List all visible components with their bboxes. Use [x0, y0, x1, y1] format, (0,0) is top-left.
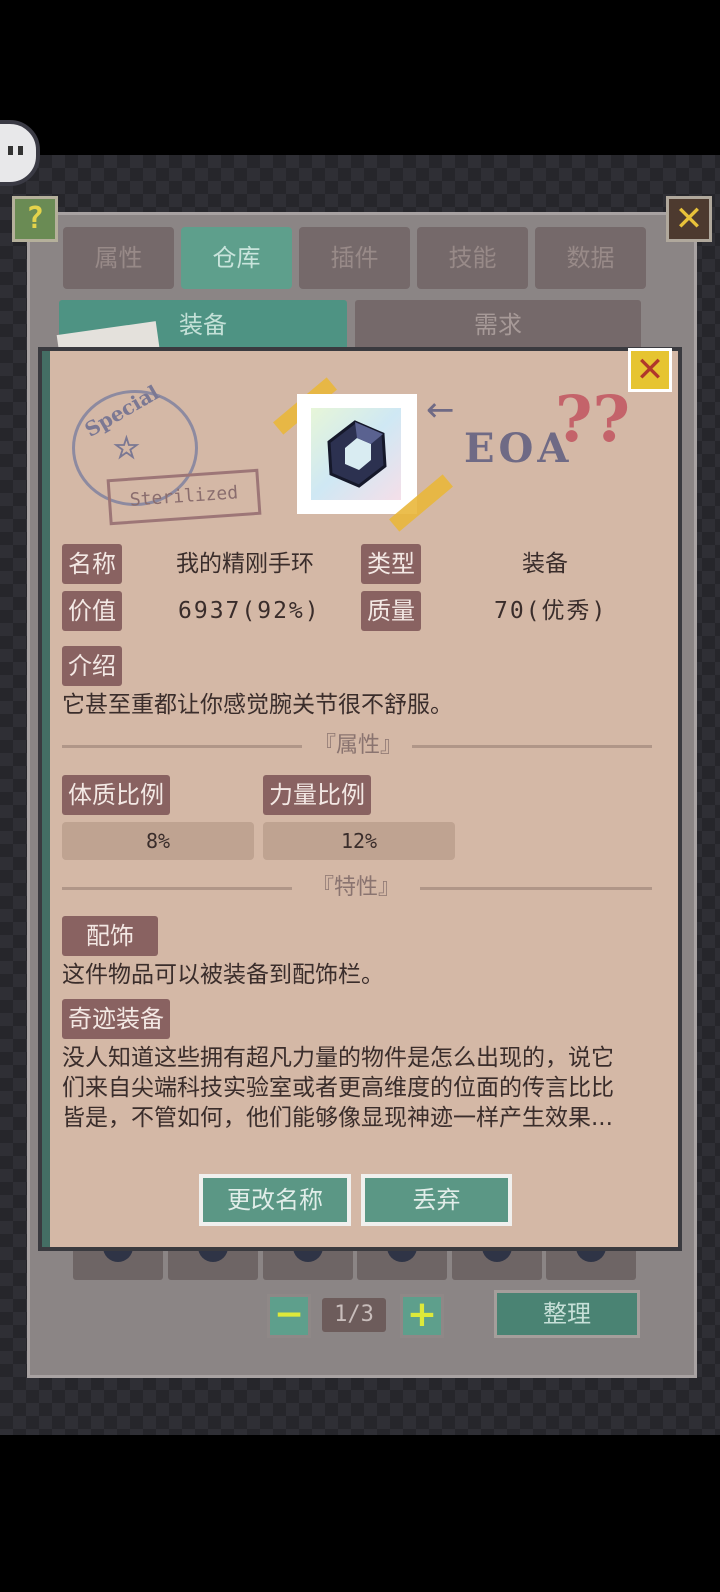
- trait-text: 们来自尖端科技实验室或者更高维度的位面的传言比比: [62, 1075, 614, 1101]
- item-quality: 70(优秀): [494, 598, 608, 624]
- tab-plugins[interactable]: 插件: [299, 227, 410, 289]
- sort-button[interactable]: 整理: [494, 1290, 640, 1338]
- help-button[interactable]: ?: [12, 196, 58, 242]
- attributes-heading: 『属性』: [313, 733, 402, 758]
- name-label: 名称: [62, 544, 122, 584]
- intro-text: 它甚至重都让你感觉腕关节很不舒服。: [62, 692, 453, 718]
- trait-label: 配饰: [62, 916, 158, 956]
- rename-button[interactable]: 更改名称: [199, 1174, 351, 1226]
- intro-label: 介绍: [62, 646, 122, 686]
- arrow-left-icon: ←: [426, 390, 455, 430]
- close-detail-button[interactable]: ✕: [628, 348, 672, 392]
- trait-text: 皆是，不管如何，他们能够像显现神迹一样产生效果...: [62, 1105, 613, 1131]
- trait-text: 这件物品可以被装备到配饰栏。: [62, 962, 384, 988]
- item-image-frame: [297, 394, 417, 514]
- prev-page-button[interactable]: −: [267, 1294, 311, 1338]
- quality-label: 质量: [361, 591, 421, 631]
- traits-heading: 『特性』: [311, 875, 400, 900]
- attribute-label: 力量比例: [263, 775, 371, 815]
- item-value: 6937(92%): [178, 598, 321, 624]
- page-indicator: 1/3: [322, 1298, 386, 1332]
- trait-label: 奇迹装备: [62, 999, 170, 1039]
- value-label: 价值: [62, 591, 122, 631]
- ring-bracelet-icon: [327, 420, 387, 488]
- item-type: 装备: [522, 551, 568, 577]
- type-label: 类型: [361, 544, 421, 584]
- trait-text: 没人知道这些拥有超凡力量的物件是怎么出现的，说它: [62, 1045, 614, 1071]
- star-icon: ☆: [113, 431, 140, 466]
- divider: [62, 887, 292, 890]
- next-page-button[interactable]: +: [400, 1294, 444, 1338]
- tab-attributes[interactable]: 属性: [63, 227, 174, 289]
- item-name: 我的精刚手环: [176, 551, 314, 577]
- divider: [412, 745, 652, 748]
- attribute-value: 12%: [263, 822, 455, 860]
- question-marks-decoration: ??: [555, 382, 630, 457]
- attribute-label: 体质比例: [62, 775, 170, 815]
- tab-warehouse[interactable]: 仓库: [181, 227, 292, 289]
- tab-skills[interactable]: 技能: [417, 227, 528, 289]
- subtab-requirements[interactable]: 需求: [355, 300, 641, 350]
- discard-button[interactable]: 丢弃: [361, 1174, 512, 1226]
- divider: [62, 745, 302, 748]
- divider: [420, 887, 652, 890]
- close-inventory-button[interactable]: ✕: [666, 196, 712, 242]
- attribute-value: 8%: [62, 822, 254, 860]
- tab-data[interactable]: 数据: [535, 227, 646, 289]
